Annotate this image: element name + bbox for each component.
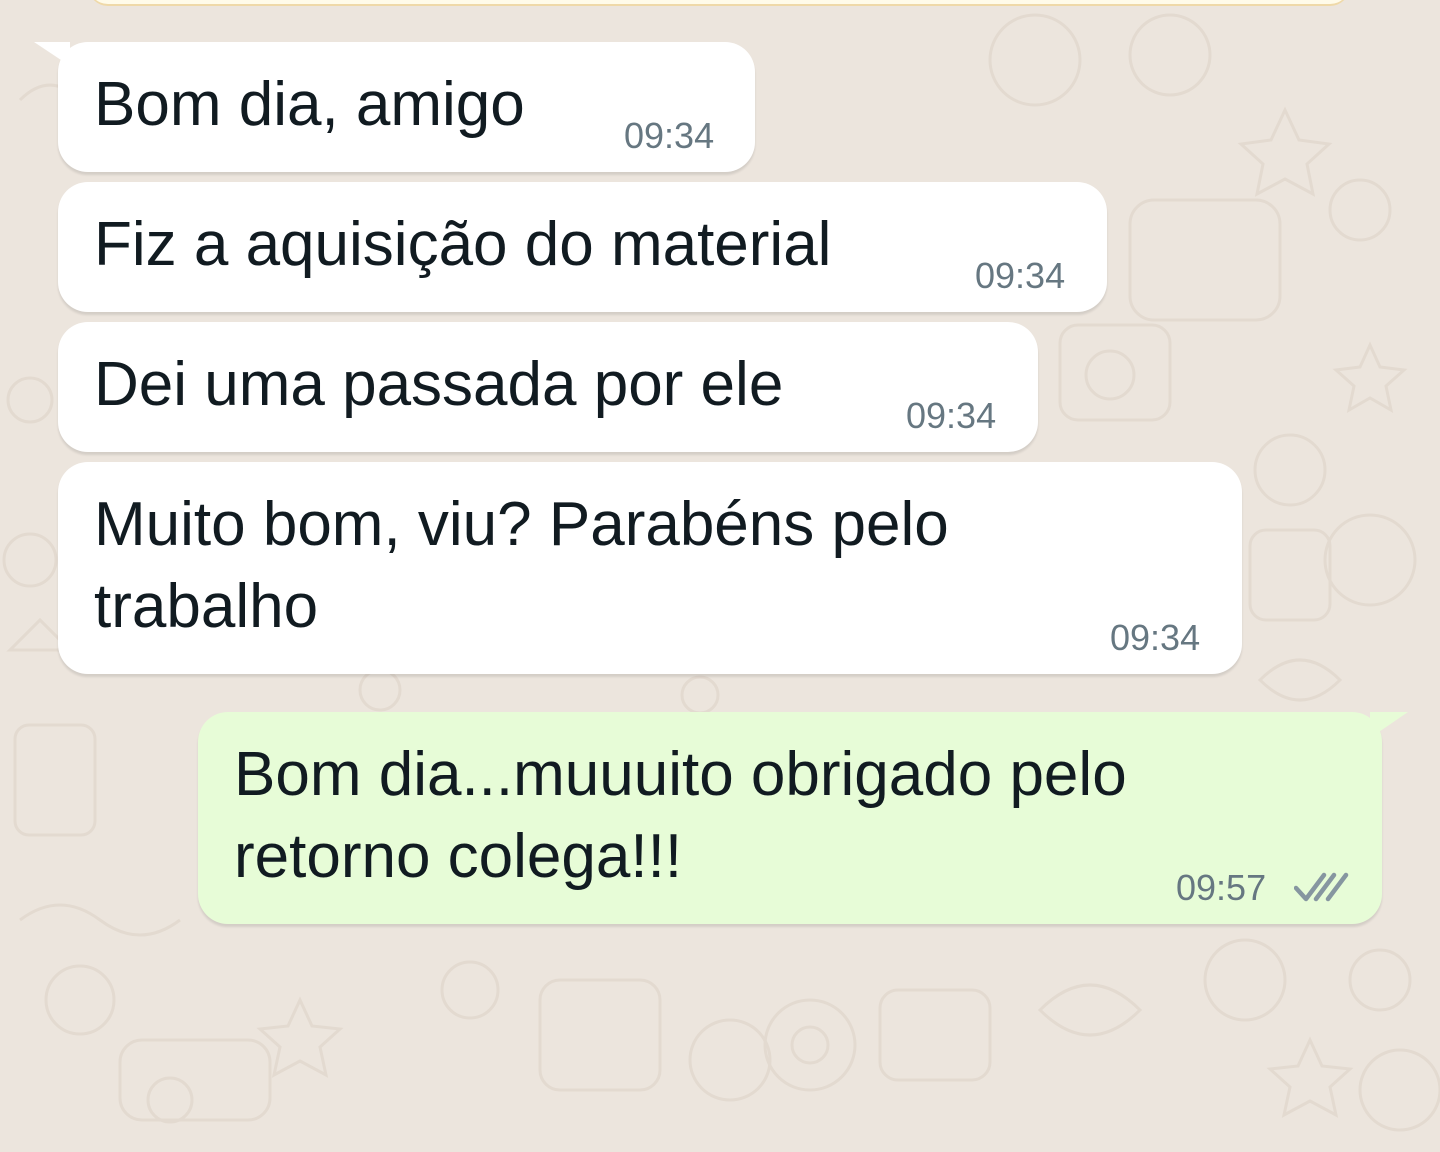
outgoing-message-bubble[interactable]: Bom dia...muuuito obrigado pelo retorno … bbox=[198, 712, 1408, 924]
message-text-line: retorno colega!!! bbox=[234, 822, 683, 891]
message-text-line: Bom dia...muuuito obrigado pelo bbox=[234, 740, 1127, 809]
incoming-message-bubble[interactable]: Fiz a aquisição do material 09:34 bbox=[58, 182, 1107, 312]
bubble-tail bbox=[34, 42, 70, 66]
message-time: 09:34 bbox=[975, 255, 1066, 296]
double-check-icon bbox=[1294, 872, 1349, 902]
incoming-message-bubble[interactable]: Dei uma passada por ele 09:34 bbox=[58, 322, 1038, 452]
message-text: Fiz a aquisição do material bbox=[94, 210, 832, 279]
message-time: 09:57 bbox=[1176, 867, 1267, 908]
message-text-line: trabalho bbox=[94, 572, 319, 641]
incoming-message-bubble[interactable]: Muito bom, viu? Parabéns pelo trabalho 0… bbox=[58, 462, 1242, 674]
message-text: Bom dia, amigo bbox=[94, 70, 525, 139]
message-time: 09:34 bbox=[906, 395, 997, 436]
message-time: 09:34 bbox=[624, 115, 715, 156]
message-text: Dei uma passada por ele bbox=[94, 350, 784, 419]
previous-message-edge bbox=[88, 0, 1350, 4]
message-text-line: Muito bom, viu? Parabéns pelo bbox=[94, 490, 949, 559]
incoming-message-bubble[interactable]: Bom dia, amigo 09:34 bbox=[34, 42, 755, 172]
message-time: 09:34 bbox=[1110, 617, 1201, 658]
bubble-tail bbox=[1370, 712, 1408, 738]
